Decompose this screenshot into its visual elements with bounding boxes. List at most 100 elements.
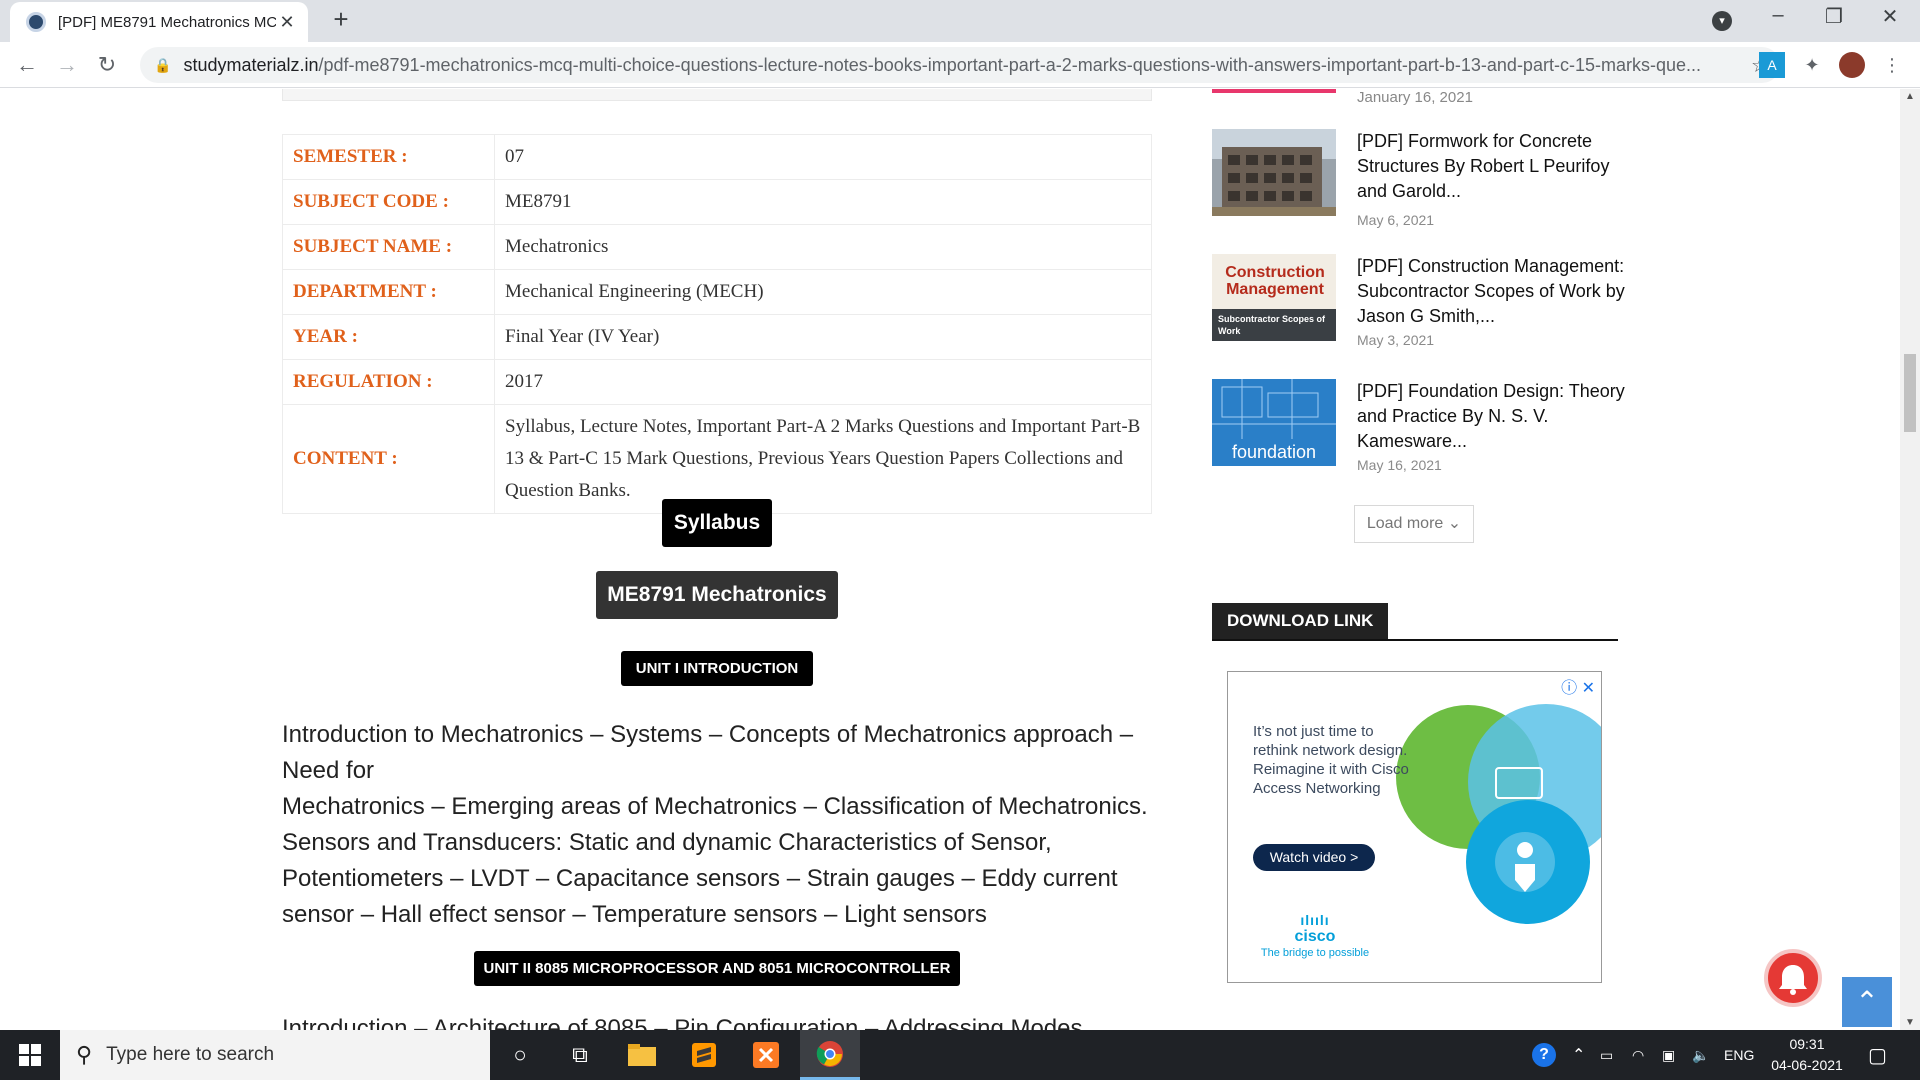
url-text[interactable]: studymaterialz.in/pdf-me8791-mechatronic… bbox=[183, 55, 1740, 76]
table-value: 07 bbox=[494, 134, 1152, 180]
new-tab-button[interactable]: + bbox=[326, 4, 356, 35]
unit1-line: Introduction to Mechatronics – Systems –… bbox=[282, 721, 1134, 784]
windows-taskbar: ⚲ Type here to search ○ ⧉ ? ⌃ ▭ ◠ ▣ 🔈 EN… bbox=[0, 1030, 1920, 1080]
file-explorer-icon[interactable] bbox=[612, 1030, 672, 1080]
course-info-table: SEMESTER : 07 SUBJECT CODE : ME8791 SUBJ… bbox=[282, 134, 1152, 514]
table-value: 2017 bbox=[494, 359, 1152, 405]
browser-tab-active[interactable]: [PDF] ME8791 Mechatronics MCQ ✕ bbox=[10, 2, 308, 42]
table-row: SUBJECT CODE : ME8791 bbox=[282, 179, 1152, 225]
table-key: YEAR : bbox=[282, 314, 495, 360]
tray-chevron-icon[interactable]: ⌃ bbox=[1572, 1030, 1585, 1080]
extensions-puzzle-icon[interactable]: ✦ bbox=[1799, 52, 1825, 78]
post-title[interactable]: [PDF] Formwork for Concrete Structures B… bbox=[1357, 129, 1627, 204]
table-key: SUBJECT NAME : bbox=[282, 224, 495, 270]
post-title[interactable]: [PDF] Foundation Design: Theory and Prac… bbox=[1357, 379, 1627, 454]
sidebar-post[interactable]: [PDF] Formwork for Concrete Structures B… bbox=[1212, 129, 1622, 239]
unit2-description-partial: Introduction – Architecture of 8085 – Pi… bbox=[282, 1015, 1083, 1030]
table-value: Mechanical Engineering (MECH) bbox=[494, 269, 1152, 315]
task-view-icon[interactable]: ⧉ bbox=[550, 1030, 610, 1080]
chevron-down-icon: ⌄ bbox=[1447, 515, 1462, 532]
syllabus-heading: Syllabus bbox=[662, 499, 772, 547]
ad-copy: It’s not just time to rethink network de… bbox=[1253, 723, 1409, 797]
table-row: YEAR : Final Year (IV Year) bbox=[282, 314, 1152, 360]
load-more-button[interactable]: Load more ⌄ bbox=[1354, 505, 1474, 543]
post-thumbnail[interactable]: foundation bbox=[1212, 379, 1336, 466]
unit1-line: Sensors and Transducers: Static and dyna… bbox=[282, 829, 1118, 928]
tab-close-icon[interactable]: ✕ bbox=[276, 12, 298, 33]
browser-menu-icon[interactable]: ⋮ bbox=[1879, 52, 1905, 78]
back-icon[interactable]: ← bbox=[10, 48, 44, 82]
table-value: Syllabus, Lecture Notes, Important Part-… bbox=[494, 404, 1152, 514]
scroll-down-icon[interactable]: ▼ bbox=[1900, 1017, 1920, 1028]
table-row: REGULATION : 2017 bbox=[282, 359, 1152, 405]
scroll-up-icon[interactable]: ▲ bbox=[1900, 91, 1920, 102]
taskbar-clock[interactable]: 09:31 04-06-2021 bbox=[1764, 1034, 1850, 1076]
building-image-icon bbox=[1212, 129, 1336, 216]
battery-icon[interactable]: ▭ bbox=[1600, 1030, 1613, 1080]
unit2-heading: UNIT II 8085 MICROPROCESSOR AND 8051 MIC… bbox=[474, 951, 960, 986]
network-icon[interactable]: ▣ bbox=[1662, 1030, 1675, 1080]
search-icon: ⚲ bbox=[76, 1042, 93, 1067]
ad-info-close-icon[interactable]: ⓘ ✕ bbox=[1561, 674, 1595, 698]
download-link-section: DOWNLOAD LINK bbox=[1212, 603, 1618, 641]
clock-date: 04-06-2021 bbox=[1771, 1057, 1843, 1073]
prev-post-thumb-edge bbox=[1212, 89, 1336, 93]
url-path: /pdf-me8791-mechatronics-mcq-multi-choic… bbox=[318, 54, 1701, 75]
help-icon[interactable]: ? bbox=[1532, 1030, 1556, 1080]
cortana-icon[interactable]: ○ bbox=[490, 1030, 550, 1080]
sublime-text-icon[interactable] bbox=[674, 1030, 734, 1080]
xampp-icon[interactable] bbox=[736, 1030, 796, 1080]
action-center-icon[interactable]: ▢ bbox=[1868, 1030, 1887, 1080]
scroll-to-top-icon[interactable]: ⌃ bbox=[1842, 977, 1892, 1027]
clock-time: 09:31 bbox=[1789, 1036, 1825, 1052]
ad-watch-video-button[interactable]: Watch video > bbox=[1253, 844, 1375, 871]
chrome-logo-icon bbox=[816, 1040, 843, 1067]
post-thumbnail[interactable]: Construction Management Subcontractor Sc… bbox=[1212, 254, 1336, 341]
cisco-bars-icon: ılıılı bbox=[1300, 912, 1330, 928]
language-indicator[interactable]: ENG bbox=[1724, 1030, 1754, 1080]
minimize-icon[interactable]: – bbox=[1758, 4, 1798, 27]
volume-icon[interactable]: 🔈 bbox=[1692, 1030, 1709, 1080]
tab-search-icon[interactable]: ▾ bbox=[1712, 11, 1732, 31]
table-key: SUBJECT CODE : bbox=[282, 179, 495, 225]
table-key: REGULATION : bbox=[282, 359, 495, 405]
site-favicon-icon bbox=[26, 12, 46, 32]
sidebar-post[interactable]: foundation [PDF] Foundation Design: Theo… bbox=[1212, 379, 1625, 489]
post-date: May 16, 2021 bbox=[1357, 457, 1442, 473]
page-scrollbar[interactable]: ▲ ▼ bbox=[1900, 89, 1920, 1030]
browser-toolbar: ← → ↻ 🔒 studymaterialz.in/pdf-me8791-mec… bbox=[0, 42, 1920, 88]
content-top-strip bbox=[282, 89, 1152, 101]
post-date: May 6, 2021 bbox=[1357, 212, 1435, 228]
lock-icon[interactable]: 🔒 bbox=[154, 57, 171, 74]
chrome-taskbar-icon[interactable] bbox=[800, 1030, 860, 1080]
post-title[interactable]: [PDF] Construction Management: Subcontra… bbox=[1357, 254, 1627, 329]
course-heading: ME8791 Mechatronics bbox=[596, 571, 838, 619]
table-value: Final Year (IV Year) bbox=[494, 314, 1152, 360]
post-thumbnail[interactable] bbox=[1212, 129, 1336, 216]
table-key: SEMESTER : bbox=[282, 134, 495, 180]
reload-icon[interactable]: ↻ bbox=[90, 48, 124, 82]
scrollbar-thumb[interactable] bbox=[1904, 354, 1916, 432]
taskbar-search-box[interactable]: ⚲ Type here to search bbox=[60, 1030, 490, 1080]
thumb-title-text: foundation bbox=[1231, 442, 1317, 462]
notification-bell-icon[interactable] bbox=[1764, 949, 1822, 1007]
table-value: ME8791 bbox=[494, 179, 1152, 225]
extension-icon[interactable]: A bbox=[1759, 52, 1785, 78]
table-value: Mechatronics bbox=[494, 224, 1152, 270]
unit1-description: Introduction to Mechatronics – Systems –… bbox=[282, 717, 1162, 933]
wifi-icon[interactable]: ◠ bbox=[1632, 1030, 1644, 1080]
ad-logo-text: cisco bbox=[1294, 928, 1336, 945]
window-close-icon[interactable]: ✕ bbox=[1870, 4, 1910, 29]
folder-icon bbox=[628, 1044, 656, 1066]
url-host: studymaterialz.in bbox=[183, 54, 319, 75]
profile-avatar[interactable] bbox=[1839, 52, 1865, 78]
maximize-icon[interactable]: ❐ bbox=[1814, 4, 1854, 29]
address-bar[interactable]: 🔒 studymaterialz.in/pdf-me8791-mechatron… bbox=[140, 47, 1780, 83]
forward-icon[interactable]: → bbox=[50, 48, 84, 82]
table-key: DEPARTMENT : bbox=[282, 269, 495, 315]
post-date: May 3, 2021 bbox=[1357, 332, 1435, 348]
start-button[interactable] bbox=[0, 1030, 60, 1080]
sidebar-post[interactable]: Construction Management Subcontractor Sc… bbox=[1212, 254, 1625, 364]
table-key: CONTENT : bbox=[282, 404, 495, 514]
advertisement[interactable]: ⓘ ✕ It’s not just time to rethink networ… bbox=[1227, 671, 1602, 983]
